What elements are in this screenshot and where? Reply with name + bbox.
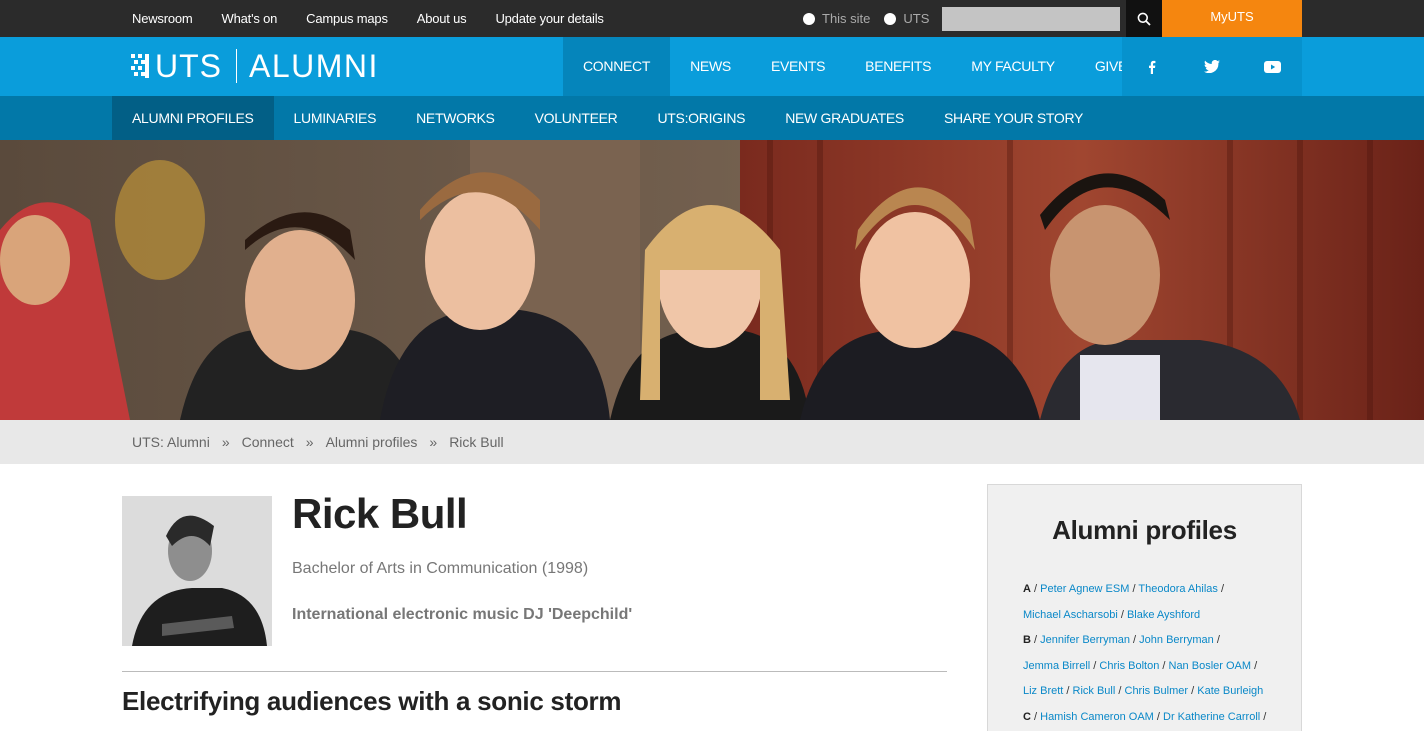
alumni-profile-link[interactable]: Theodora Ahilas: [1138, 583, 1218, 595]
facebook-icon[interactable]: [1132, 52, 1172, 82]
alumni-index-line: Michael Ascharsobi / Blake Ayshford: [1023, 608, 1201, 621]
alumni-profile-link[interactable]: Nan Bosler OAM: [1169, 660, 1252, 672]
uts-logo-mark-icon: [131, 54, 149, 78]
alumni-profile-link[interactable]: Dr Katherine Carroll: [1163, 711, 1260, 723]
utility-link-update-details[interactable]: Update your details: [495, 11, 603, 26]
subnav-networks[interactable]: NETWORKS: [396, 96, 515, 140]
alumni-profile-link[interactable]: Chris Bulmer: [1125, 685, 1189, 697]
nav-my-faculty[interactable]: MY FACULTY: [951, 37, 1075, 96]
youtube-icon[interactable]: [1252, 52, 1292, 82]
twitter-icon[interactable]: [1192, 52, 1232, 82]
alumni-index-line: A / Peter Agnew ESM / Theodora Ahilas /: [1023, 583, 1225, 595]
logo-uts-text: UTS: [155, 48, 222, 84]
profile-name: Rick Bull: [292, 490, 468, 537]
breadcrumb: UTS: Alumni » Connect » Alumni profiles …: [0, 420, 1424, 464]
breadcrumb-separator: »: [305, 434, 314, 450]
social-links: [1122, 37, 1302, 96]
alumni-profile-link[interactable]: Peter Agnew ESM: [1040, 583, 1129, 595]
alumni-index-letter: A: [1023, 583, 1031, 595]
sub-nav: ALUMNI PROFILES LUMINARIES NETWORKS VOLU…: [0, 96, 1424, 140]
breadcrumb-current: Rick Bull: [449, 434, 504, 450]
alumni-profile-link[interactable]: Chris Bolton: [1099, 660, 1159, 672]
alumni-index-letter: B: [1023, 634, 1031, 647]
alumni-profile-link[interactable]: John Berryman: [1139, 634, 1214, 646]
subnav-luminaries[interactable]: LUMINARIES: [274, 96, 397, 140]
profile-photo: [122, 496, 272, 646]
alumni-index-line: B / Jennifer Berryman / John Berryman /: [1023, 634, 1220, 647]
alumni-index-line: Liz Brett / Rick Bull / Chris Bulmer / K…: [1023, 685, 1264, 698]
radio-this-site-label: This site: [822, 11, 871, 26]
search-button[interactable]: [1126, 0, 1162, 37]
breadcrumb-uts-alumni[interactable]: UTS: Alumni: [132, 420, 210, 464]
main-nav: CONNECT NEWS EVENTS BENEFITS MY FACULTY …: [563, 37, 1147, 96]
main-header: UTS ALUMNI CONNECT NEWS EVENTS BENEFITS …: [0, 37, 1424, 96]
alumni-index-list: A / Peter Agnew ESM / Theodora Ahilas / …: [1023, 577, 1283, 731]
search-input[interactable]: [942, 7, 1120, 31]
profile-degree: Bachelor of Arts in Communication (1998): [292, 560, 589, 577]
utility-link-whats-on[interactable]: What's on: [222, 11, 278, 26]
breadcrumb-separator: »: [221, 434, 230, 450]
utility-bar: Newsroom What's on Campus maps About us …: [0, 0, 1424, 37]
alumni-profile-link[interactable]: Jemma Birrell: [1023, 660, 1090, 672]
subnav-alumni-profiles[interactable]: ALUMNI PROFILES: [112, 96, 274, 140]
utility-link-about-us[interactable]: About us: [417, 11, 467, 26]
subnav-volunteer[interactable]: VOLUNTEER: [515, 96, 638, 140]
subnav-share-your-story[interactable]: SHARE YOUR STORY: [924, 96, 1103, 140]
breadcrumb-separator: »: [429, 434, 438, 450]
article-title: Electrifying audiences with a sonic stor…: [122, 686, 622, 716]
nav-connect[interactable]: CONNECT: [563, 37, 671, 96]
alumni-profile-link[interactable]: Blake Ayshford: [1127, 609, 1200, 621]
radio-this-site[interactable]: [803, 12, 815, 25]
hero-image: [0, 140, 1424, 420]
radio-uts-label: UTS: [903, 11, 930, 26]
alumni-profile-link[interactable]: Kate Burleigh: [1197, 685, 1263, 697]
alumni-index-line: C / Hamish Cameron OAM / Dr Katherine Ca…: [1023, 710, 1267, 723]
alumni-profile-link[interactable]: Rick Bull: [1073, 685, 1116, 697]
alumni-profile-link[interactable]: Jennifer Berryman: [1040, 634, 1130, 646]
logo-divider: [236, 49, 237, 83]
alumni-profile-link[interactable]: Hamish Cameron OAM: [1040, 711, 1154, 723]
search-icon: [1137, 12, 1151, 26]
sidebar-title: Alumni profiles: [1052, 515, 1237, 545]
logo-alumni-text: ALUMNI: [249, 48, 379, 84]
search-scope: This site UTS: [803, 11, 943, 26]
utility-link-campus-maps[interactable]: Campus maps: [306, 11, 388, 26]
alumni-profiles-sidebar: Alumni profiles A / Peter Agnew ESM / Th…: [987, 484, 1302, 731]
nav-events[interactable]: EVENTS: [751, 37, 845, 96]
uts-alumni-logo[interactable]: UTS ALUMNI: [131, 49, 379, 83]
alumni-index-line: Jemma Birrell / Chris Bolton / Nan Bosle…: [1023, 659, 1258, 672]
subnav-new-graduates[interactable]: NEW GRADUATES: [765, 96, 924, 140]
nav-news[interactable]: NEWS: [670, 37, 751, 96]
myuts-button[interactable]: MyUTS: [1162, 0, 1302, 37]
alumni-profile-link[interactable]: Liz Brett: [1023, 685, 1063, 697]
utility-link-newsroom[interactable]: Newsroom: [132, 11, 193, 26]
nav-benefits[interactable]: BENEFITS: [845, 37, 951, 96]
breadcrumb-alumni-profiles[interactable]: Alumni profiles: [326, 420, 418, 464]
content-divider: [122, 671, 947, 672]
profile-tagline: International electronic music DJ 'Deepc…: [292, 606, 633, 623]
radio-uts[interactable]: [884, 12, 897, 25]
alumni-profile-link[interactable]: Michael Ascharsobi: [1023, 609, 1118, 621]
alumni-index-letter: C: [1023, 710, 1031, 723]
breadcrumb-connect[interactable]: Connect: [242, 420, 294, 464]
utility-links: Newsroom What's on Campus maps About us …: [132, 0, 633, 37]
subnav-uts-origins[interactable]: UTS:ORIGINS: [637, 96, 765, 140]
